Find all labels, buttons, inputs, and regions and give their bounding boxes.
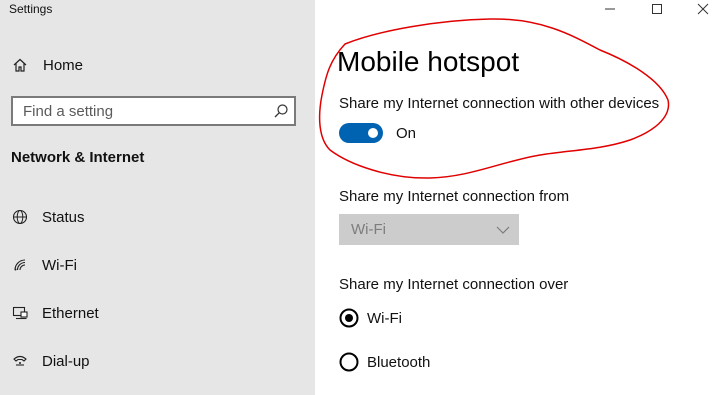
share-over-label: Share my Internet connection over [339,276,569,293]
dialup-icon [11,352,29,370]
search-icon[interactable] [272,102,290,120]
sidebar-item-wifi[interactable]: Wi-Fi [0,247,315,283]
chevron-down-icon [496,223,510,235]
radio-bluetooth-label: Bluetooth [367,354,431,371]
globe-icon [11,208,29,226]
app-title: Settings [9,2,53,16]
minimize-button[interactable] [595,0,625,18]
radio-wifi[interactable] [339,308,359,328]
sidebar-item-label: Dial-up [42,352,90,370]
home-icon [11,56,29,74]
close-button[interactable] [688,0,718,18]
section-title: Network & Internet [11,149,145,166]
share-from-value: Wi-Fi [351,221,386,238]
sidebar-item-label: Status [42,208,85,226]
share-label: Share my Internet connection with other … [339,95,660,112]
maximize-button[interactable] [642,0,672,18]
page-title: Mobile hotspot [337,46,520,77]
close-icon [697,3,709,15]
sidebar-item-label: Wi-Fi [42,256,77,274]
toggle-knob [368,128,378,138]
search-input[interactable] [13,98,273,124]
sidebar: Settings Home Network & Internet Status … [0,0,315,395]
sidebar-item-dialup[interactable]: Dial-up [0,343,315,379]
radio-wifi-label: Wi-Fi [367,310,402,327]
minimize-icon [605,8,615,10]
radio-bluetooth[interactable] [339,352,359,372]
nav-home[interactable]: Home [0,47,315,83]
wifi-icon [11,256,29,274]
ethernet-icon [11,304,29,322]
sidebar-item-label: Ethernet [42,304,99,322]
toggle-state-label: On [396,125,417,142]
sidebar-item-ethernet[interactable]: Ethernet [0,295,315,331]
hotspot-toggle[interactable] [339,123,383,143]
search-box[interactable] [11,96,296,126]
maximize-icon [652,4,662,14]
share-from-select[interactable]: Wi-Fi [339,214,519,245]
nav-home-label: Home [43,56,84,74]
share-from-label: Share my Internet connection from [339,188,570,205]
sidebar-item-status[interactable]: Status [0,199,315,235]
